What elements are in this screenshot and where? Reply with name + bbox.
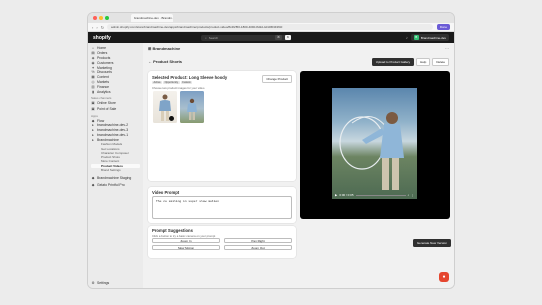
product-heading: Selected Product: Long Sleeve hoody: [152, 75, 228, 80]
store-icon: ▣: [91, 100, 95, 105]
selected-product-card: Selected Product: Long Sleeve hoody Acti…: [148, 71, 296, 181]
video-frame: [332, 88, 417, 199]
app-icon: ▸: [92, 128, 94, 133]
app-icon: ◆: [91, 175, 95, 180]
app-menu-icon[interactable]: ⋯: [445, 46, 449, 51]
generate-new-version-button[interactable]: Generate New Version: [412, 239, 451, 247]
app-icon: ▸: [92, 123, 94, 128]
prompt-suggestions-card: Prompt Suggestions Click a button to try…: [148, 226, 296, 258]
shopify-logo: shopify: [93, 34, 111, 41]
home-icon: ⌂: [91, 46, 95, 51]
video-prompt-card: Video Prompt The co smiling in super slo…: [148, 187, 296, 223]
suggestion-button[interactable]: Zoom In: [152, 238, 220, 243]
app-icon: ▸: [92, 137, 94, 142]
video-progress-bar[interactable]: [355, 194, 406, 196]
delete-button[interactable]: Delete: [432, 58, 449, 66]
video-prompt-textarea[interactable]: The co smiling in super slow motion: [152, 196, 292, 219]
product-subtitle: Choose two product images for your video: [152, 85, 205, 90]
avatar: B: [413, 35, 419, 40]
shopify-header: shopify ⌕ Search ⌘ K ♪ B Brandmachine-de…: [88, 32, 454, 43]
play-icon[interactable]: ▶: [335, 193, 337, 197]
discounts-icon: %: [91, 70, 95, 75]
browser-window: brandmachine-dev · Brandm... ‹ › ↻ admin…: [87, 12, 455, 289]
store-menu[interactable]: B Brandmachine-dev: [410, 34, 449, 41]
minimize-window-icon[interactable]: [99, 16, 103, 20]
search-input[interactable]: ⌕ Search ⌘ K: [201, 34, 291, 41]
suggestion-button[interactable]: Slow Motion: [152, 245, 220, 250]
sidebar-item-pos[interactable]: ▣ Point of Sale: [91, 107, 140, 112]
reload-icon[interactable]: ↻: [101, 25, 104, 30]
app-title: ⊞ Brandmachine: [148, 46, 181, 51]
more-icon[interactable]: ⋮: [411, 193, 414, 197]
marketing-icon: ✦: [91, 65, 95, 70]
video-prompt-heading: Video Prompt: [152, 190, 180, 195]
orders-icon: ▤: [91, 51, 95, 56]
analytics-icon: ▮: [92, 89, 94, 94]
suggestion-button[interactable]: Zoom Out: [224, 245, 292, 250]
extension-button[interactable]: Done: [436, 24, 450, 30]
address-bar-row: ‹ › ↻ admin.shopify.com/store/brandmachi…: [88, 23, 454, 32]
main-content: ⊞ Brandmachine ⋯ ← Product Shorts Upload…: [143, 43, 454, 288]
status-badge: Custom: [180, 81, 193, 84]
markets-icon: ◎: [91, 79, 95, 84]
page-title: ← Product Shorts: [148, 59, 183, 64]
video-time: 0:00 / 0:05: [339, 193, 354, 197]
browser-tab[interactable]: brandmachine-dev · Brandm...: [131, 14, 173, 22]
chat-bubble-icon[interactable]: ●: [439, 272, 449, 282]
finance-icon: ▥: [91, 84, 95, 89]
search-icon: ⌕: [205, 35, 207, 40]
sidebar-item-settings[interactable]: ⚙ Settings: [91, 280, 109, 285]
sidebar: ⌂ Home ▤ Orders ◈ Products ◉ Customers ✦ Marketin…: [88, 43, 143, 288]
sidebar-item-gelato[interactable]: ◆ Gelato Printful Pro: [91, 183, 140, 188]
video-controls: ▶ 0:00 / 0:05 ♪ ⋮: [332, 191, 417, 199]
product-image-2[interactable]: [180, 91, 204, 123]
product-image-1[interactable]: [153, 91, 177, 123]
status-badge: Opportunity: [163, 81, 180, 84]
products-icon: ◈: [91, 55, 95, 60]
back-arrow-icon[interactable]: ←: [148, 59, 152, 64]
shortcut-key-k: K: [284, 35, 291, 40]
sidebar-item-analytics[interactable]: ▮ Analytics: [91, 89, 140, 94]
store-name: Brandmachine-dev: [420, 35, 446, 40]
back-nav-icon[interactable]: ‹: [92, 25, 93, 30]
forward-nav-icon[interactable]: ›: [96, 25, 97, 30]
app-icon: ▸: [92, 132, 94, 137]
gear-icon: ⚙: [91, 280, 95, 285]
upload-to-gallery-button[interactable]: Upload to Product Gallery: [371, 58, 415, 66]
pos-icon: ▣: [91, 107, 95, 112]
sidebar-item-staging[interactable]: ◆ Brandmachine Staging: [91, 175, 140, 180]
url-field[interactable]: admin.shopify.com/store/brandmachine-dev…: [107, 24, 433, 30]
flow-icon: ◆: [91, 118, 95, 123]
maximize-window-icon[interactable]: [105, 16, 109, 20]
customers-icon: ◉: [91, 60, 95, 65]
tab-bar: brandmachine-dev · Brandm...: [88, 13, 454, 23]
sidebar-subitem[interactable]: Brand Settings: [91, 168, 140, 172]
shortcut-key-cmd: ⌘: [274, 35, 282, 40]
volume-icon[interactable]: ♪: [408, 193, 410, 197]
content-icon: ▦: [91, 75, 95, 80]
admin-app: ⌂ Home ▤ Orders ◈ Products ◉ Customers ✦ Marketin…: [88, 43, 454, 288]
suggestions-heading: Prompt Suggestions: [152, 228, 193, 233]
change-product-button[interactable]: Change Product: [262, 75, 292, 83]
close-window-icon[interactable]: [93, 16, 97, 20]
bell-icon[interactable]: ♪: [406, 35, 408, 40]
help-button[interactable]: Help: [416, 58, 431, 66]
selected-check-icon: [169, 116, 174, 121]
status-badge: Active: [152, 81, 163, 84]
sidebar-item-online-store[interactable]: ▣ Online Store: [91, 100, 140, 105]
app-icon: ◆: [91, 183, 95, 188]
video-player[interactable]: ▶ 0:00 / 0:05 ♪ ⋮: [300, 71, 450, 219]
suggestion-button[interactable]: Pan Right: [224, 238, 292, 243]
